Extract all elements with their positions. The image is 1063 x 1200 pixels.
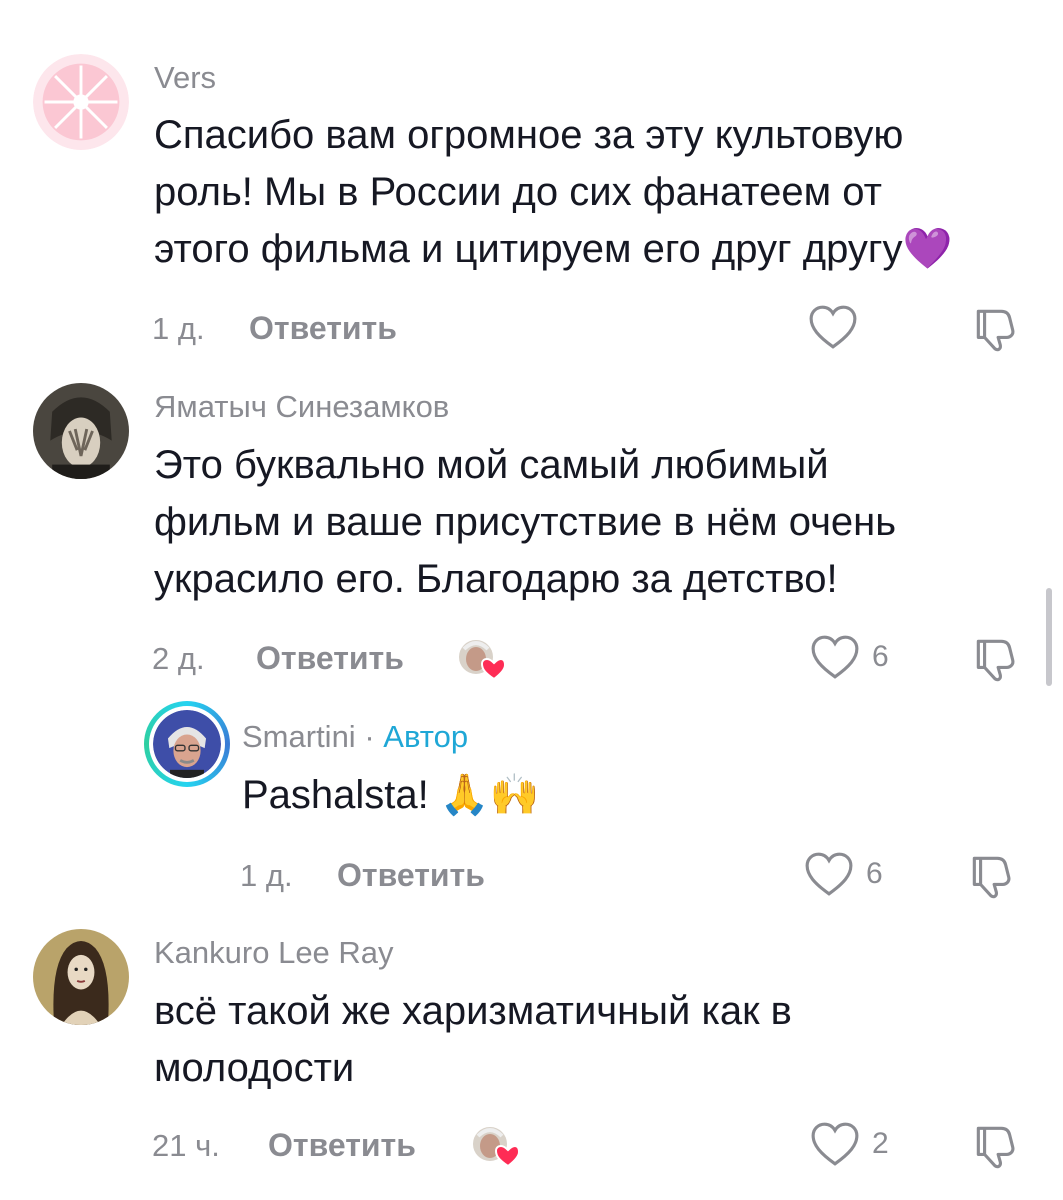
like-button[interactable]: [808, 303, 858, 351]
reply-button[interactable]: Ответить: [256, 640, 404, 677]
comment-username[interactable]: Vers: [154, 60, 216, 96]
comment-text-line: всё такой же харизматичный как в: [154, 989, 792, 1033]
comment-text-line: Pashalsta! 🙏🙌: [242, 773, 540, 817]
thumbs-down-outline-icon: [976, 1126, 1015, 1169]
dislike-button[interactable]: [970, 303, 1020, 353]
creator-liked-heart-icon: [471, 1125, 521, 1168]
avatar[interactable]: [33, 383, 129, 479]
dislike-button[interactable]: [970, 633, 1020, 683]
author-badge: Автор: [383, 719, 469, 754]
avatar[interactable]: [33, 929, 129, 1025]
author-username[interactable]: Smartini: [242, 719, 356, 754]
comment-text: Pashalsta! 🙏🙌: [242, 767, 540, 824]
comment-text: Это буквально мой самый любимый фильм и …: [154, 437, 896, 608]
comment-text-line: фильм и ваше присутствие в нём очень: [154, 500, 897, 544]
reply-button[interactable]: Ответить: [249, 310, 397, 347]
creator-liked-badge: [470, 1122, 521, 1170]
dislike-button[interactable]: [970, 1120, 1020, 1170]
like-count: 6: [872, 640, 889, 673]
heart-outline-icon: [811, 1122, 859, 1166]
comment-time: 1 д.: [240, 858, 293, 893]
like-button[interactable]: 2: [810, 1120, 889, 1168]
username-separator: ·: [355, 719, 384, 754]
comment-text-line: роль! Мы в России до сих фанатеем от: [154, 170, 882, 214]
reply-button[interactable]: Ответить: [268, 1127, 416, 1164]
creator-liked-heart-icon: [457, 638, 507, 681]
heart-outline-icon: [811, 635, 859, 679]
comment-meta: 1 д. Ответить: [0, 303, 1063, 353]
comment-time: 1 д.: [152, 311, 205, 346]
comment-text-line: Спасибо вам огромное за эту культовую: [154, 113, 904, 157]
comment-meta: 21 ч. Ответить 2: [0, 1120, 1063, 1170]
avatar[interactable]: [33, 54, 129, 150]
comment-text-line: Это буквально мой самый любимый: [154, 443, 829, 487]
dislike-button[interactable]: [966, 850, 1016, 900]
comment-username: Smartini · Автор: [242, 719, 468, 755]
comment-username[interactable]: Яматыч Синезамков: [154, 389, 449, 425]
comment-text-line: этого фильма и цитируем его друг другу💜: [154, 227, 953, 271]
author-avatar[interactable]: [144, 701, 230, 787]
like-count: 6: [866, 857, 883, 890]
comment-time: 21 ч.: [152, 1128, 220, 1163]
like-button[interactable]: 6: [804, 850, 883, 898]
comment-text: Спасибо вам огромное за эту культовую ро…: [154, 107, 952, 278]
comment-meta: 2 д. Ответить 6: [0, 633, 1063, 683]
comment-text-line: молодости: [154, 1046, 355, 1090]
like-count: 2: [872, 1127, 889, 1160]
reply-button[interactable]: Ответить: [337, 857, 485, 894]
creator-liked-badge: [456, 635, 507, 683]
thumbs-down-outline-icon: [976, 309, 1015, 352]
heart-outline-icon: [805, 852, 853, 896]
thumbs-down-outline-icon: [976, 639, 1015, 682]
like-button[interactable]: 6: [810, 633, 889, 681]
comment-meta: 1 д. Ответить 6: [0, 850, 1063, 900]
heart-outline-icon: [809, 305, 857, 349]
comment-text: всё такой же харизматичный как в молодос…: [154, 983, 792, 1097]
comment-text-line: украсило его. Благодарю за детство!: [154, 557, 838, 601]
comment-time: 2 д.: [152, 641, 205, 676]
thumbs-down-outline-icon: [972, 856, 1011, 899]
comment-username[interactable]: Kankuro Lee Ray: [154, 935, 394, 971]
scrollbar[interactable]: [1046, 588, 1052, 686]
